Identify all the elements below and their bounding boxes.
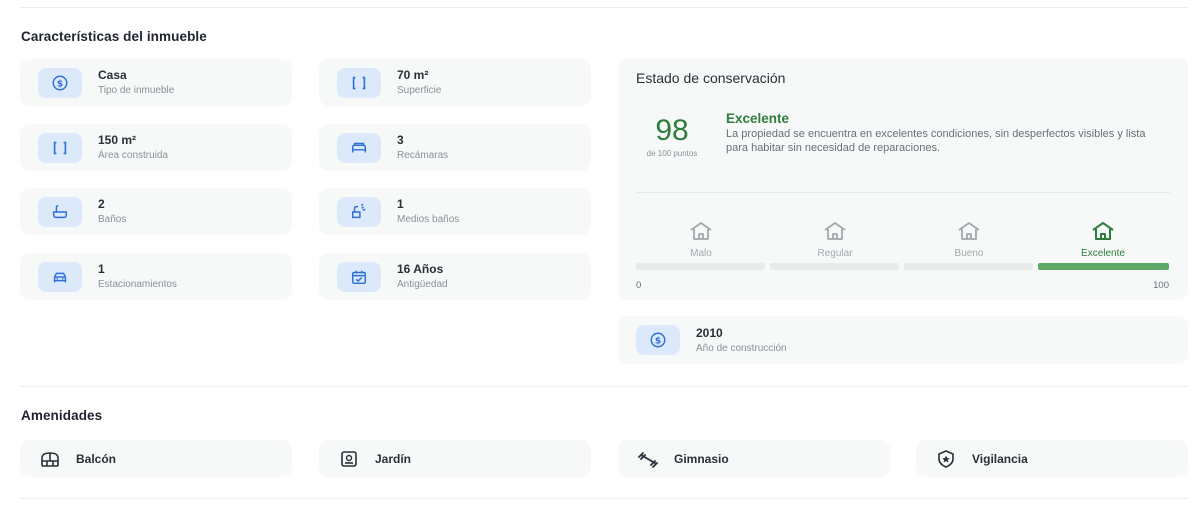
level-label: Excelente bbox=[1081, 248, 1125, 259]
dumbbell-icon bbox=[638, 451, 658, 468]
amenity-label: Gimnasio bbox=[674, 451, 729, 466]
car-icon bbox=[38, 261, 82, 292]
score-subtitle: de 100 puntos bbox=[646, 149, 698, 158]
score-number: 98 bbox=[655, 114, 689, 147]
progress-segment-2 bbox=[770, 263, 899, 270]
feature-value: 16 Años bbox=[397, 262, 444, 276]
feature-value: 70 m² bbox=[397, 68, 429, 82]
svg-text:$: $ bbox=[57, 79, 63, 89]
dollar-coin-icon: $ bbox=[636, 325, 680, 355]
level-regular: Regular bbox=[770, 220, 900, 259]
feature-label: Baños bbox=[98, 214, 127, 225]
feature-label: Tipo de inmueble bbox=[98, 85, 175, 96]
bottom-divider bbox=[20, 498, 1188, 499]
construction-year-value: 2010 bbox=[696, 325, 723, 340]
feature-label: Medios baños bbox=[397, 214, 460, 225]
amenity-label: Vigilancia bbox=[972, 451, 1028, 466]
progress-segment-1 bbox=[636, 263, 765, 270]
feature-label: Recámaras bbox=[397, 150, 449, 161]
feature-label: Área construida bbox=[98, 150, 169, 161]
house-icon bbox=[958, 222, 980, 240]
conservation-score: 98 de 100 puntos bbox=[636, 114, 708, 159]
dollar-coin-icon: $ bbox=[38, 67, 82, 98]
bed-icon bbox=[337, 132, 381, 163]
feature-value: 1 bbox=[98, 262, 105, 276]
conservation-title: Estado de conservación bbox=[636, 70, 786, 86]
garden-icon bbox=[341, 450, 357, 467]
conservation-divider bbox=[636, 192, 1170, 193]
feature-label: Antigüedad bbox=[397, 279, 448, 290]
level-label: Malo bbox=[690, 248, 712, 259]
feature-value: 3 bbox=[397, 133, 404, 147]
feature-value: 2 bbox=[98, 197, 105, 211]
feature-card-parking: 1 Estacionamientos bbox=[20, 253, 292, 300]
amenity-gym: Gimnasio bbox=[618, 440, 890, 477]
level-excelente: Excelente bbox=[1038, 220, 1168, 259]
feature-value: 150 m² bbox=[98, 133, 137, 147]
rating-name: Excelente bbox=[726, 111, 790, 126]
amenity-garden: Jardín bbox=[319, 440, 591, 477]
level-bueno: Bueno bbox=[904, 220, 1034, 259]
house-icon bbox=[824, 222, 846, 240]
construction-year-card: $ 2010 Año de construcción bbox=[618, 316, 1188, 364]
progress-segment-4 bbox=[1038, 263, 1169, 270]
bathtub-icon bbox=[38, 196, 82, 227]
brackets-icon bbox=[38, 132, 82, 163]
feature-card-half-baths: 1 Medios baños bbox=[319, 188, 591, 235]
features-section-title: Características del inmueble bbox=[21, 29, 207, 44]
level-label: Regular bbox=[817, 248, 853, 259]
feature-card-built-area: 150 m² Área construida bbox=[20, 124, 292, 171]
feature-card-age: 16 Años Antigüedad bbox=[319, 253, 591, 300]
svg-text:$: $ bbox=[655, 337, 661, 347]
security-badge-icon bbox=[938, 449, 954, 468]
feature-label: Estacionamientos bbox=[98, 279, 177, 290]
feature-card-property-type: $ Casa Tipo de inmueble bbox=[20, 59, 292, 106]
amenities-section-title: Amenidades bbox=[21, 408, 103, 423]
feature-value: 1 bbox=[397, 197, 404, 211]
balcony-icon bbox=[41, 451, 59, 467]
level-malo: Malo bbox=[636, 220, 766, 259]
feature-card-bedrooms: 3 Recámaras bbox=[319, 124, 591, 171]
rating-description: La propiedad se encuentra en excelentes … bbox=[726, 128, 1146, 154]
progress-segment-3 bbox=[904, 263, 1033, 270]
amenity-security: Vigilancia bbox=[916, 440, 1188, 477]
feature-value: Casa bbox=[98, 68, 127, 82]
construction-year-label: Año de construcción bbox=[696, 342, 787, 354]
amenity-balcony: Balcón bbox=[20, 440, 292, 477]
feature-label: Superficie bbox=[397, 85, 442, 96]
amenity-label: Balcón bbox=[76, 451, 117, 466]
house-icon bbox=[1092, 222, 1114, 240]
top-divider bbox=[20, 7, 1188, 8]
brackets-icon bbox=[337, 67, 381, 98]
amenities-divider bbox=[20, 386, 1188, 387]
sink-icon bbox=[337, 196, 381, 227]
scale-min: 0 bbox=[636, 280, 642, 291]
scale-max: 100 bbox=[1153, 280, 1169, 291]
feature-card-bathrooms: 2 Baños bbox=[20, 188, 292, 235]
feature-card-surface: 70 m² Superficie bbox=[319, 59, 591, 106]
conservation-card: Estado de conservación 98 de 100 puntos … bbox=[618, 58, 1188, 300]
level-label: Bueno bbox=[954, 248, 984, 259]
amenity-label: Jardín bbox=[375, 451, 412, 466]
house-icon bbox=[690, 222, 712, 240]
calendar-check-icon bbox=[337, 261, 381, 292]
